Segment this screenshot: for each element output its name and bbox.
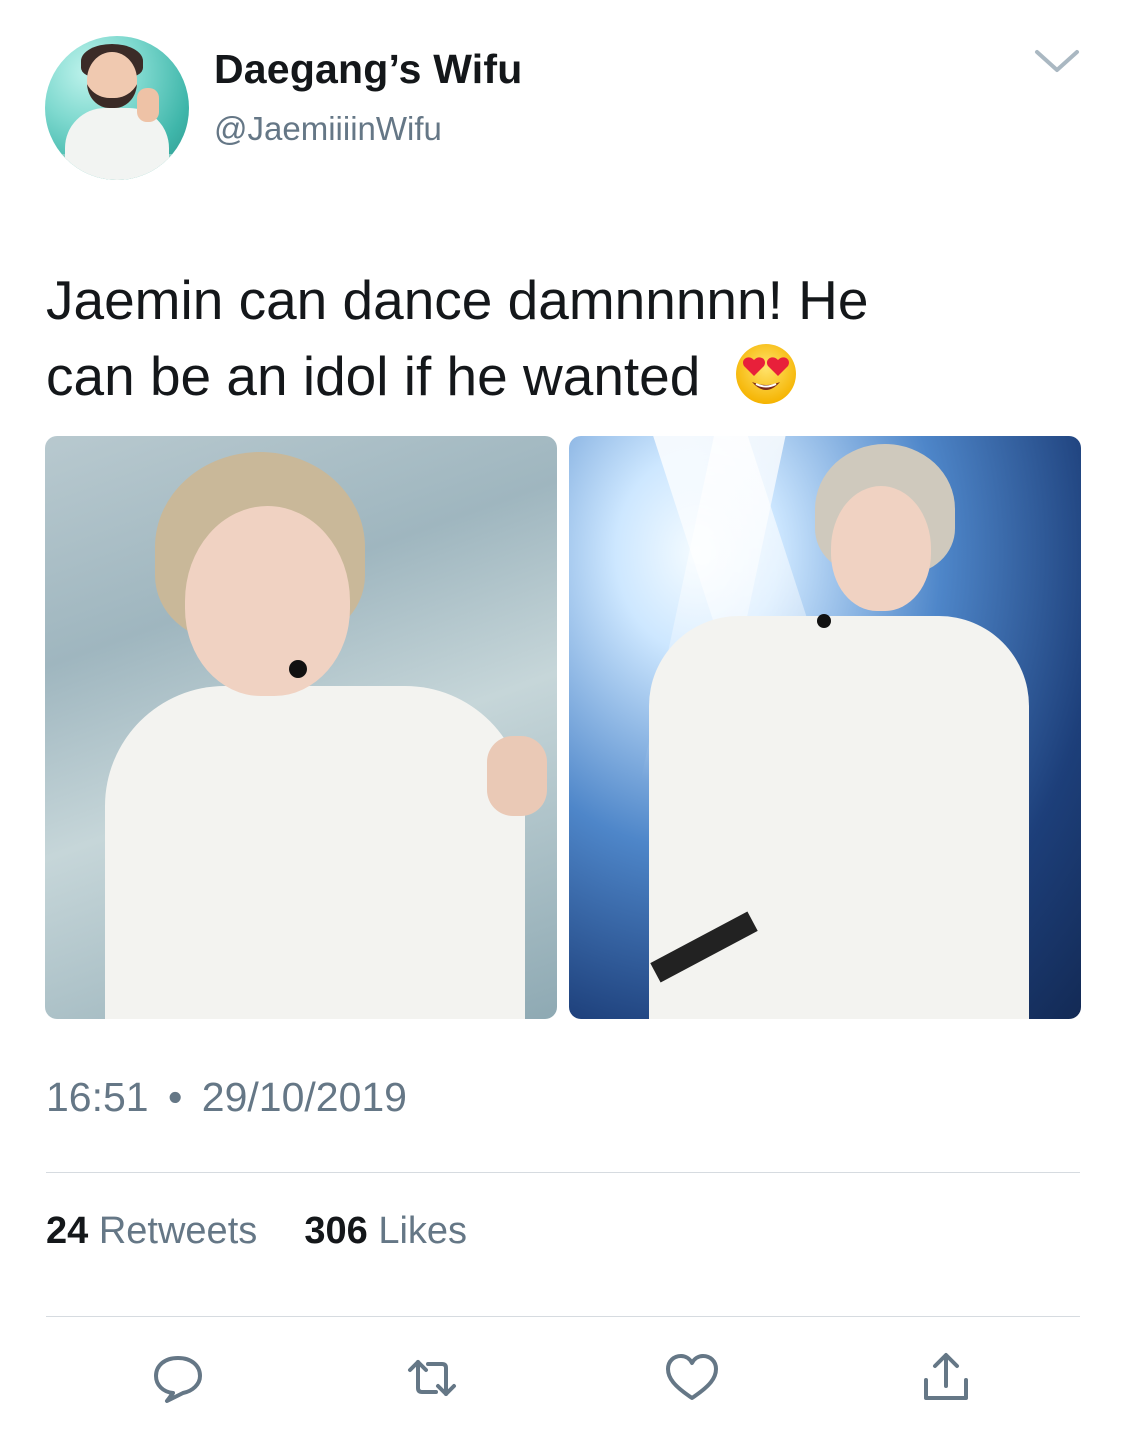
photo-1-shirt: [105, 686, 525, 1019]
tweet-text: Jaemin can dance damnnnnn! He can be an …: [46, 262, 1086, 414]
tweet-photo-2[interactable]: [569, 436, 1081, 1019]
tweet-time: 16:51: [46, 1074, 149, 1120]
reply-icon[interactable]: [150, 1352, 206, 1404]
tweet-text-line-2: can be an idol if he wanted: [46, 345, 701, 407]
tweet-photo-1[interactable]: [45, 436, 557, 1019]
divider-top: [46, 1172, 1080, 1173]
chevron-down-icon[interactable]: [1034, 48, 1080, 76]
likes-stat[interactable]: 306 Likes: [304, 1210, 467, 1252]
tweet-date: 29/10/2019: [201, 1074, 407, 1120]
avatar-face: [87, 52, 137, 108]
photo-2-mic: [817, 614, 831, 628]
avatar[interactable]: [45, 36, 189, 180]
author-handle[interactable]: @JaemiiiinWifu: [214, 110, 442, 148]
share-icon[interactable]: [918, 1352, 974, 1404]
avatar-hand: [137, 88, 159, 122]
author-name[interactable]: Daegang’s Wifu: [214, 46, 522, 93]
likes-count: 306: [304, 1210, 368, 1252]
tweet-timestamp[interactable]: 16:51 • 29/10/2019: [46, 1074, 407, 1121]
retweets-label: Retweets: [98, 1210, 258, 1252]
tweet-stats: 24 Retweets 306 Likes: [46, 1210, 467, 1253]
retweet-icon[interactable]: [404, 1352, 460, 1404]
retweets-count: 24: [46, 1210, 89, 1252]
photo-1-mic: [289, 660, 307, 678]
heart-eyes-emoji-icon: [735, 344, 796, 405]
photo-2-shirt: [649, 616, 1029, 1019]
tweet-text-line-1: Jaemin can dance damnnnnn! He: [46, 269, 869, 331]
photo-1-hand: [487, 736, 547, 816]
tweet-text-line-2-wrapper: can be an idol if he wanted: [46, 338, 1086, 414]
divider-bottom: [46, 1316, 1080, 1317]
photo-2-face: [831, 486, 931, 611]
timestamp-separator: •: [168, 1074, 183, 1120]
retweets-stat[interactable]: 24 Retweets: [46, 1210, 268, 1252]
photo-1-face: [185, 506, 350, 696]
likes-label: Likes: [378, 1210, 468, 1252]
action-bar: [0, 1352, 1125, 1412]
like-icon[interactable]: [664, 1352, 720, 1404]
